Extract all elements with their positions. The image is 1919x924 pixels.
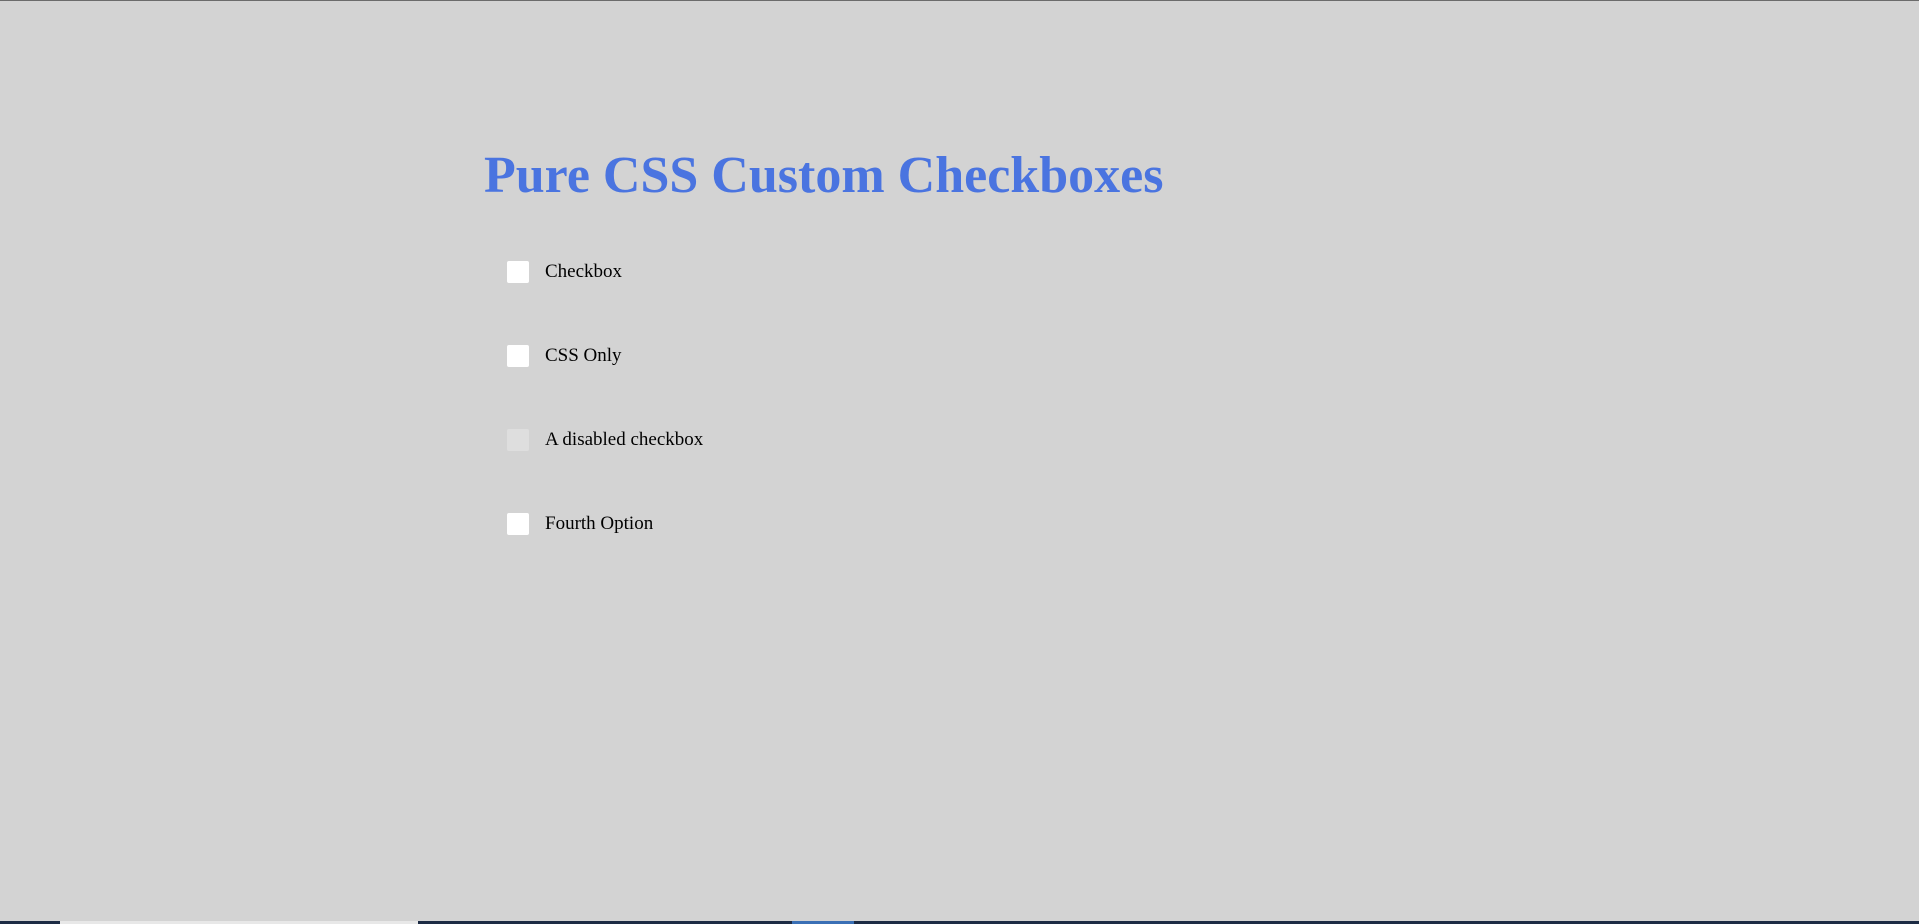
checkbox-label[interactable]: Fourth Option <box>545 513 653 535</box>
checkbox-item-checkbox[interactable]: Checkbox <box>507 260 703 284</box>
checkbox-item-fourth-option[interactable]: Fourth Option <box>507 512 703 536</box>
checkbox-label: A disabled checkbox <box>545 429 704 450</box>
checkbox-control[interactable] <box>507 513 529 535</box>
checkbox-label[interactable]: CSS Only <box>545 345 622 367</box>
checkbox-list: Checkbox CSS Only A disabled checkbox Fo… <box>507 260 703 596</box>
checkbox-control[interactable] <box>507 345 529 367</box>
checkbox-control-disabled <box>507 429 529 451</box>
checkbox-label[interactable]: Checkbox <box>545 261 622 283</box>
page-title: Pure CSS Custom Checkboxes <box>484 147 1164 204</box>
checkbox-item-css-only[interactable]: CSS Only <box>507 344 703 368</box>
page-container: Pure CSS Custom Checkboxes <box>484 150 1163 202</box>
checkbox-item-disabled: A disabled checkbox <box>507 428 703 452</box>
checkbox-control[interactable] <box>507 261 529 283</box>
window-top-border <box>0 0 1919 1</box>
